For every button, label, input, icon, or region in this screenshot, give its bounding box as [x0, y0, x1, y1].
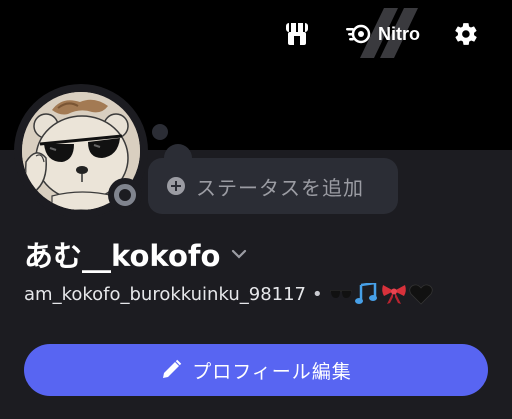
edit-profile-label: プロフィール編集 — [192, 360, 352, 383]
add-status-label: ステータスを追加 — [196, 175, 364, 200]
chevron-down-icon — [232, 249, 247, 259]
black-heart-icon — [408, 284, 433, 305]
status-bubble-small — [152, 124, 168, 140]
sunglasses-icon — [329, 290, 352, 298]
shop-icon — [286, 23, 308, 45]
settings-button[interactable] — [444, 14, 488, 54]
pronoun-emojis — [329, 283, 433, 305]
plus-circle-icon — [167, 177, 185, 195]
shop-button[interactable] — [275, 14, 319, 54]
display-name-row[interactable]: あむ__kokofo — [24, 232, 248, 276]
gear-icon — [455, 23, 477, 45]
nitro-label: Nitro — [378, 23, 420, 44]
music-notes-icon — [354, 283, 377, 304]
nitro-button[interactable]: Nitro — [340, 14, 426, 54]
pencil-icon — [163, 359, 182, 378]
display-name: あむ__kokofo — [24, 239, 221, 273]
username: am_kokofo_burokkuinku_98117 — [24, 283, 307, 305]
add-status-button[interactable]: ステータスを追加 — [148, 158, 398, 214]
ribbon-icon — [381, 285, 406, 304]
separator-dot: • — [312, 283, 323, 305]
nitro-icon — [346, 24, 371, 44]
offline-status-indicator — [114, 184, 136, 206]
username-row: am_kokofo_burokkuinku_98117 • — [24, 281, 433, 307]
edit-profile-button[interactable]: プロフィール編集 — [24, 344, 488, 396]
